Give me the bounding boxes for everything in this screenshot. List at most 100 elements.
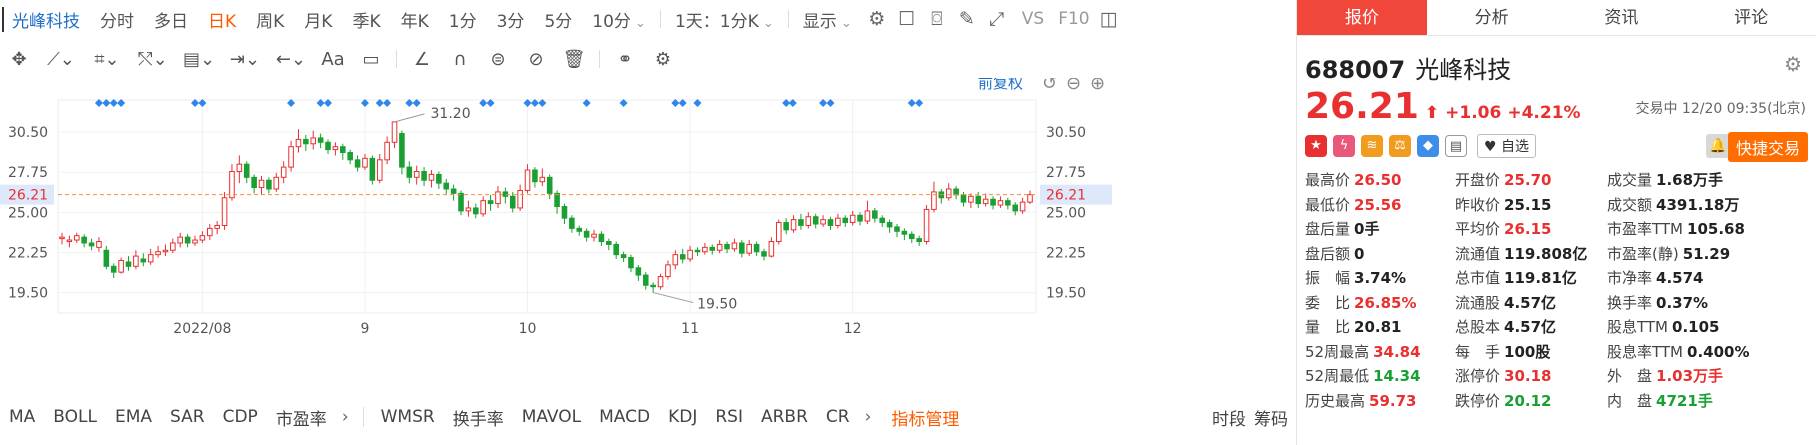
tab-news[interactable]: 资讯 <box>1557 0 1687 35</box>
camera-icon[interactable]: ⌼ <box>922 8 952 30</box>
move-cross-icon[interactable]: ✥ <box>0 49 38 70</box>
candle-body[interactable] <box>716 243 723 251</box>
candle-body[interactable] <box>635 267 642 276</box>
candle-body[interactable] <box>945 188 952 199</box>
period-tab-3min[interactable]: 3分 <box>487 7 535 32</box>
candle-body[interactable] <box>628 257 634 269</box>
candle-body[interactable] <box>495 191 501 205</box>
candle-body[interactable] <box>1027 194 1033 203</box>
multi-period-select[interactable]: 1天：1分K <box>665 7 784 32</box>
candle-body[interactable] <box>524 169 531 191</box>
period-range-button[interactable]: 时段 <box>1203 405 1250 430</box>
candle-body[interactable] <box>133 255 139 267</box>
candle-body[interactable] <box>406 166 413 178</box>
indicator-sar[interactable]: SAR <box>161 407 214 427</box>
candle-body[interactable] <box>864 210 871 222</box>
fullscreen-icon[interactable]: ⤢ <box>982 8 1012 30</box>
chevron-right-icon[interactable]: › <box>336 407 355 427</box>
candle-body[interactable] <box>665 264 671 278</box>
indicator-mavol[interactable]: MAVOL <box>513 407 590 427</box>
scale-icon[interactable]: ⚖ <box>1389 135 1411 157</box>
candle-body[interactable] <box>709 246 716 251</box>
vs-compare-button[interactable]: VS <box>1012 9 1054 29</box>
candle-body[interactable] <box>908 233 915 240</box>
candle-body[interactable] <box>761 251 767 257</box>
add-watchlist-button[interactable]: ♥ 自选 <box>1477 134 1537 158</box>
candle-body[interactable] <box>620 254 627 259</box>
candle-body[interactable] <box>953 188 959 196</box>
display-dropdown[interactable]: 显示 <box>793 7 862 32</box>
sidebar-toggle-icon[interactable]: ◫ <box>1094 8 1124 30</box>
candle-body[interactable] <box>886 222 893 228</box>
candle-body[interactable] <box>199 235 206 241</box>
china-flag-icon[interactable]: ★ <box>1305 135 1327 157</box>
candle-body[interactable] <box>413 170 420 178</box>
candle-body[interactable] <box>118 259 124 273</box>
candle-body[interactable] <box>583 230 590 238</box>
candle-body[interactable] <box>110 265 117 273</box>
period-tab-yearly[interactable]: 年K <box>391 7 439 32</box>
candle-body[interactable] <box>990 198 996 206</box>
period-tab-weekly[interactable]: 周K <box>246 7 294 32</box>
candle-body[interactable] <box>591 233 597 238</box>
line-tool-icon[interactable]: ⟋⌄ <box>38 49 84 70</box>
chevron-right-icon[interactable]: › <box>859 407 878 427</box>
period-tab-5min[interactable]: 5分 <box>534 7 582 32</box>
candle-body[interactable] <box>258 179 265 189</box>
candle-body[interactable] <box>576 227 583 232</box>
candle-body[interactable] <box>362 157 368 168</box>
candle-body[interactable] <box>354 159 361 168</box>
candle-body[interactable] <box>325 141 331 151</box>
candle-body[interactable] <box>340 146 346 154</box>
candle-body[interactable] <box>805 216 812 226</box>
candle-body[interactable] <box>694 249 701 253</box>
candle-body[interactable] <box>687 249 693 260</box>
range-tool-icon[interactable]: ⇥⌄ <box>222 49 268 70</box>
candle-body[interactable] <box>66 239 73 243</box>
candle-body[interactable] <box>679 254 686 260</box>
candle-body[interactable] <box>391 121 398 143</box>
candle-body[interactable] <box>162 249 169 253</box>
candle-body[interactable] <box>458 192 464 212</box>
candle-body[interactable] <box>894 226 900 232</box>
candle-body[interactable] <box>879 217 886 224</box>
candle-body[interactable] <box>539 176 546 183</box>
chip-button[interactable]: 筹码 <box>1250 405 1292 430</box>
candle-body[interactable] <box>849 214 856 224</box>
indicator-pe[interactable]: 市盈率 <box>267 405 336 430</box>
candle-body[interactable] <box>702 246 708 253</box>
bell-icon[interactable]: 🔔 <box>1706 134 1730 158</box>
quick-trade-button[interactable]: 快捷交易 <box>1727 132 1808 162</box>
candle-body[interactable] <box>827 219 834 226</box>
candle-body[interactable] <box>768 241 775 257</box>
candle-body[interactable] <box>480 200 486 215</box>
candle-body[interactable] <box>155 251 161 256</box>
kline-chart[interactable]: 30.50 30.50 27.75 27.75 25.00 25.00 22.25 22.25… <box>0 78 1292 398</box>
indicator-boll[interactable]: BOLL <box>44 407 106 427</box>
link-icon[interactable]: ⚭ <box>606 49 644 70</box>
fibonacci-tool-icon[interactable]: ▤⌄ <box>176 49 222 70</box>
candle-body[interactable] <box>487 200 494 205</box>
wave-tool-icon[interactable]: ⤲⌄ <box>130 49 176 70</box>
polyline-tool-icon[interactable]: ⌗⌄ <box>84 49 130 70</box>
f10-button[interactable]: F10 <box>1054 9 1093 29</box>
candle-body[interactable] <box>96 241 102 248</box>
indicator-manager-button[interactable]: 指标管理 <box>877 405 959 430</box>
candle-body[interactable] <box>280 166 287 178</box>
candle-body[interactable] <box>923 208 930 243</box>
trash-icon[interactable]: 🗑 <box>555 49 593 70</box>
text-tool-icon[interactable]: Aa <box>314 49 352 70</box>
tab-analysis[interactable]: 分析 <box>1427 0 1557 35</box>
candle-body[interactable] <box>517 189 523 209</box>
square-style-icon[interactable]: ☐ <box>892 8 922 30</box>
candle-body[interactable] <box>88 242 95 247</box>
indicator-cdp[interactable]: CDP <box>214 407 267 427</box>
candle-body[interactable] <box>288 146 294 168</box>
candle-body[interactable] <box>790 219 797 231</box>
candle-body[interactable] <box>746 243 752 254</box>
candle-body[interactable] <box>465 207 472 212</box>
candle-body[interactable] <box>236 163 243 172</box>
candle-body[interactable] <box>73 235 80 241</box>
candle-body[interactable] <box>303 138 309 145</box>
candle-body[interactable] <box>982 198 989 205</box>
